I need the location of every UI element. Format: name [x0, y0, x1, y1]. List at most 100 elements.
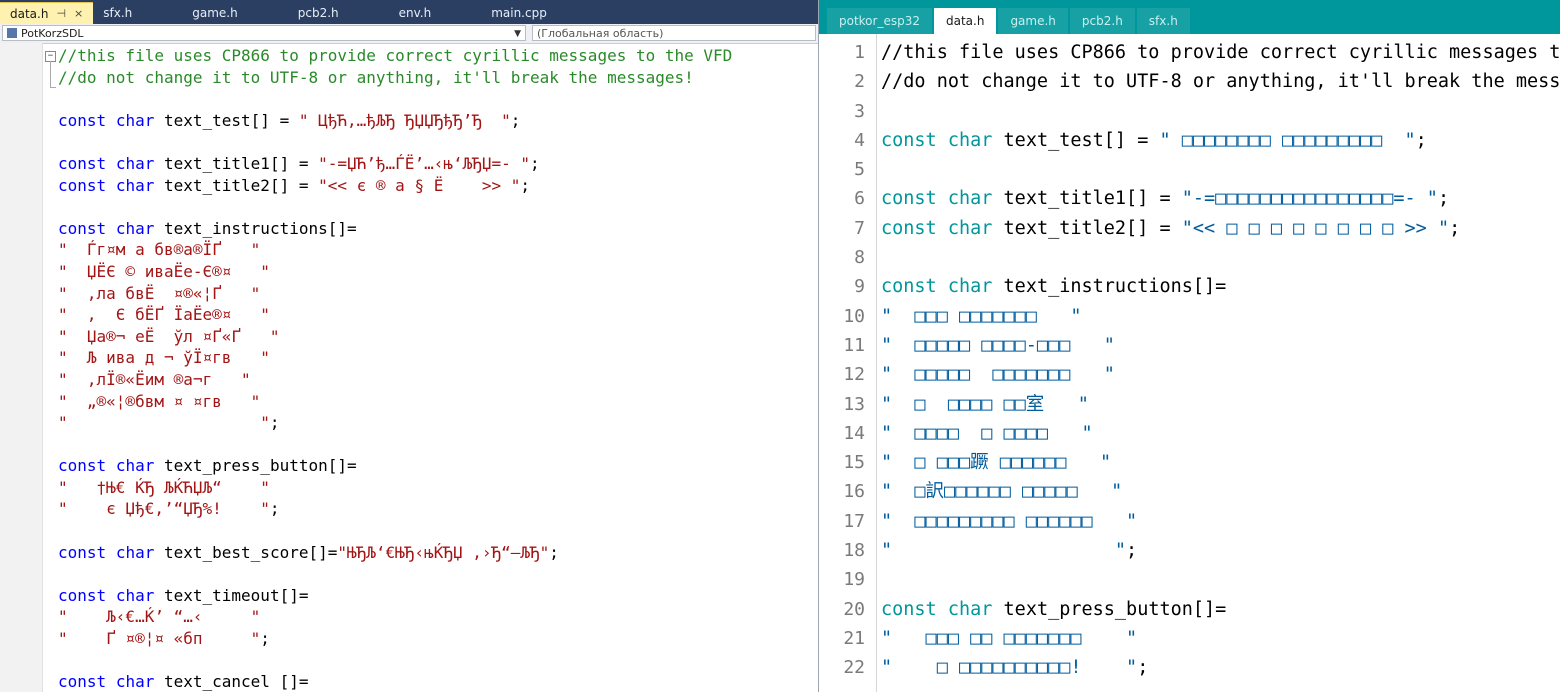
arduino-tab[interactable]: potkor_esp32	[827, 8, 932, 34]
code-token: ;	[1437, 188, 1450, 210]
code-line: const char text_instructions[]=	[881, 272, 1560, 301]
line-number: 7	[854, 217, 865, 239]
code-token: ;	[510, 110, 521, 130]
code-token: "ЊЂЉ‘€ЊЂ‹њЌЂЏ ‚›Ђ“—ЉЂ"	[337, 542, 550, 562]
line-number: 8	[854, 247, 865, 269]
code-token: " Ґ ¤®¦¤ «бп "	[58, 629, 261, 649]
line-number: 1	[854, 42, 865, 63]
code-token: " □□□□□□□□□ □□□□□□ "	[881, 510, 1138, 532]
outline-line	[50, 61, 51, 87]
code-token: text_test[] =	[154, 110, 299, 130]
line-number: 9	[854, 276, 865, 298]
vs-tab-label: env.h	[398, 6, 432, 20]
code-line: " Џа®¬ еЁ ўл ¤Ґ«Ґ "	[58, 326, 732, 348]
code-token: " †Њ€ ЌЂ ЉЌЋЏЉ“ "	[58, 477, 270, 497]
vs-tab-game-h[interactable]: game.h	[142, 2, 247, 24]
vs-tab-sfx-h[interactable]: sfx.h	[93, 2, 142, 24]
code-token: //this file uses CP866 to provide correc…	[58, 46, 733, 65]
code-token: char	[115, 153, 155, 173]
code-token: text_cancel []=	[154, 672, 309, 692]
global-scope-dropdown[interactable]: (Глобальная область)	[532, 25, 816, 41]
code-token: text_instructions[]=	[992, 276, 1227, 298]
code-line: const char text_title2[] = "<< є ® а § Ё…	[58, 175, 732, 197]
vs-tab-bar: data.h ⊣ × sfx.h game.h pcb2.h env.h mai…	[0, 0, 818, 24]
line-number: 2	[854, 71, 865, 93]
code-line: " □訳□□□□□□ □□□□□ "	[881, 477, 1560, 506]
code-line: " □□□□ □ □□□□ "	[881, 419, 1560, 448]
code-token: " Љ ива д ¬ ўЇ¤гв "	[58, 348, 270, 368]
code-token: char	[115, 585, 155, 605]
code-token: text_test[] =	[992, 129, 1160, 151]
code-token: const	[881, 217, 937, 239]
code-line: " †Њ€ ЌЂ ЉЌЋЏЉ“ "	[58, 477, 732, 499]
code-line: " ‚лЇ®«Ёим ®а¬г "	[58, 369, 732, 391]
arduino-editor: potkor_esp32 data.h game.h pcb2.h sfx.h 1234…	[819, 0, 1560, 692]
code-token: char	[115, 110, 155, 130]
code-token: " ЏЁЄ © иваЁе-Є®¤ "	[58, 261, 270, 281]
code-line: //do not change it to UTF-8 or anything,…	[58, 67, 732, 89]
vs-tab-data-h[interactable]: data.h ⊣ ×	[0, 2, 94, 25]
code-token: const	[58, 175, 107, 195]
code-line: " ЏЁЄ © иваЁе-Є®¤ "	[58, 261, 732, 283]
code-line: //this file uses CP866 to provide correc…	[58, 45, 732, 67]
code-token: const	[58, 585, 107, 605]
code-line: //do not change it to UTF-8 or anything,…	[881, 67, 1560, 96]
code-line: " □ □□□蹶 □□□□□□ "	[881, 448, 1560, 477]
code-line: " Ґ ¤®¦¤ «бп ";	[58, 628, 732, 650]
code-token: " □□□□ □ □□□□ "	[881, 422, 1093, 444]
arduino-tab[interactable]: data.h	[933, 8, 997, 34]
code-token: "-=ЏЋ’ђ…ЃЁ’…‹њ‘ЉЂЏ=- "	[318, 153, 531, 173]
vs-indicator-margin	[0, 43, 43, 692]
code-token: ;	[1449, 217, 1461, 239]
code-token: " "	[58, 413, 270, 433]
close-icon[interactable]: ×	[74, 3, 83, 25]
arduino-tab[interactable]: game.h	[998, 8, 1068, 34]
line-number: 19	[843, 569, 865, 591]
code-token: ;	[1415, 129, 1427, 151]
vs-tab-label: data.h	[10, 6, 49, 21]
code-line: //this file uses CP866 to provide correc…	[881, 38, 1560, 67]
code-line: " ";	[58, 412, 732, 434]
project-scope-dropdown[interactable]: PotKorzSDL ▼	[2, 25, 526, 41]
code-token: "<< □ □ □ □ □ □ □ □ >> "	[1181, 217, 1450, 239]
code-line: " □□□□□□□□□ □□□□□□ "	[881, 507, 1560, 536]
vs-tab-label: pcb2.h	[297, 6, 339, 20]
code-token: " □訳□□□□□□ □□□□□ "	[881, 481, 1123, 503]
pin-icon[interactable]: ⊣	[56, 3, 66, 25]
code-token: " "	[881, 540, 1127, 562]
arduino-tab[interactable]: sfx.h	[1136, 8, 1190, 34]
code-token: " □□□□□ □□□□-□□□ "	[881, 334, 1115, 356]
code-token: " □ □□□蹶 □□□□□□ "	[881, 452, 1112, 474]
line-numbers: 1 2 3 4 5 6 7 8 9 10 11 12 13 14 15 16 17 18 19 20 21 22	[819, 38, 865, 683]
code-token: const	[58, 153, 107, 173]
code-token: ;	[1137, 657, 1149, 679]
vs-tab-label: sfx.h	[103, 6, 133, 20]
vs-tab-pcb2-h[interactable]: pcb2.h	[248, 2, 349, 24]
arduino-tab[interactable]: pcb2.h	[1069, 8, 1135, 34]
code-token: text_instructions[]=	[154, 218, 357, 238]
code-token: " □□□ □□ □□□□□□□ "	[881, 627, 1138, 649]
arduino-code-area[interactable]: //this file uses CP866 to provide correc…	[881, 38, 1560, 683]
vs-tab-env-h[interactable]: env.h	[349, 2, 442, 24]
code-token: const	[881, 188, 937, 210]
line-number: 21	[843, 627, 865, 649]
code-token: //do not change it to UTF-8 or anything,…	[58, 67, 694, 87]
vs-code-area[interactable]: //this file uses CP866 to provide correc…	[58, 45, 732, 692]
code-line: " □□□ □□ □□□□□□□ "	[881, 624, 1560, 653]
code-token: //do not change it to UTF-8 or anything,…	[881, 71, 1560, 93]
code-token: ;	[530, 153, 540, 173]
code-token: char	[947, 276, 993, 298]
code-token: ;	[520, 175, 531, 195]
vs-tab-main-cpp[interactable]: main.cpp	[441, 2, 557, 24]
